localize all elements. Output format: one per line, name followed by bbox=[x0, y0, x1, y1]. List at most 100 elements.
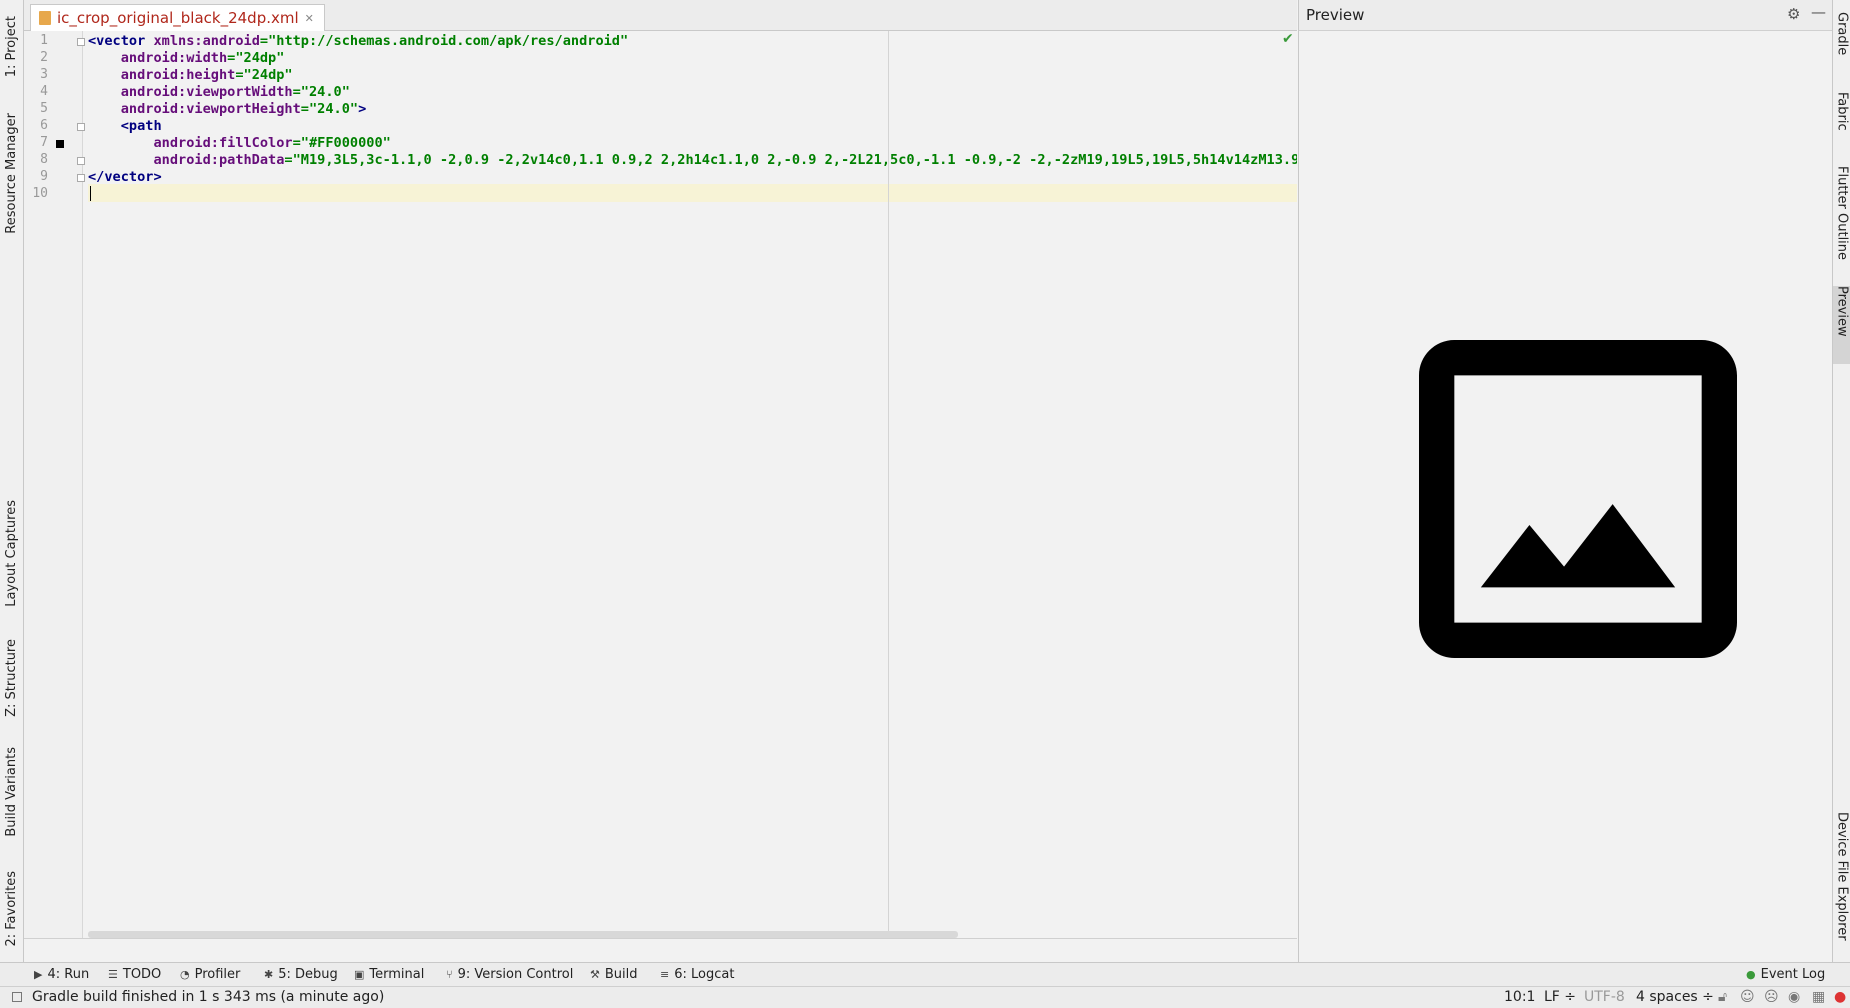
color-swatch-icon[interactable] bbox=[56, 140, 64, 148]
terminal-tool-label: Terminal bbox=[369, 967, 425, 982]
build-tool-label: Build bbox=[604, 967, 638, 982]
code-token: ="M19,3L5,3c-1.1,0 -2,0.9 -2,2v14c0,1.1 … bbox=[284, 152, 1297, 168]
flutter-outline-tool-label: Flutter Outline bbox=[1834, 166, 1850, 261]
version-control-tool-label: 9: Version Control bbox=[457, 967, 574, 982]
file-encoding[interactable]: UTF-8 bbox=[1584, 989, 1625, 1005]
tool-window-bar: ▶ 4: Run ☰ TODO ◔ Profiler ✱ 5: Debug ▣ Termi… bbox=[0, 962, 1850, 987]
resource-manager-tool-tab[interactable]: Resource Manager bbox=[0, 108, 23, 238]
status-message[interactable]: Gradle build finished in 1 s 343 ms (a m… bbox=[32, 989, 384, 1005]
layout-captures-tool-label: Layout Captures bbox=[4, 499, 19, 607]
fold-marker-icon[interactable] bbox=[77, 123, 85, 131]
memory-icon[interactable]: ▦ bbox=[1812, 989, 1825, 1005]
debug-tool-button[interactable]: ✱ 5: Debug bbox=[264, 967, 338, 982]
code-token: ="#FF000000" bbox=[292, 135, 391, 151]
inspector-icon[interactable]: ◉ bbox=[1788, 989, 1800, 1005]
code-token: ="http://schemas.android.com/apk/res/and… bbox=[259, 33, 629, 49]
crop-original-icon bbox=[1419, 340, 1737, 658]
code-line[interactable]: <vector xmlns:android="http://schemas.an… bbox=[88, 33, 628, 50]
device-file-explorer-tool-tab[interactable]: Device File Explorer bbox=[1833, 812, 1850, 958]
error-icon[interactable]: ● bbox=[1834, 989, 1846, 1005]
gradle-tool-label: Gradle bbox=[1834, 12, 1850, 56]
logcat-tool-button[interactable]: ≡ 6: Logcat bbox=[660, 967, 734, 982]
line-separator[interactable]: LF ÷ bbox=[1544, 989, 1576, 1005]
preview-tool-tab[interactable]: Preview bbox=[1833, 286, 1850, 364]
terminal-icon: ▣ bbox=[354, 968, 365, 981]
logcat-tool-label: 6: Logcat bbox=[674, 967, 735, 982]
code-token: android:width bbox=[88, 50, 228, 66]
branch-icon: ⑂ bbox=[446, 968, 453, 981]
code-line[interactable]: </vector> bbox=[88, 169, 162, 186]
editor-tab-bar: ic_crop_original_black_24dp.xml ✕ bbox=[24, 0, 1297, 31]
project-tool-tab[interactable]: 1: Project bbox=[0, 8, 23, 86]
build-variants-tool-tab[interactable]: Build Variants bbox=[0, 740, 23, 844]
fold-marker-icon[interactable] bbox=[77, 157, 85, 165]
code-token: > bbox=[358, 101, 367, 117]
inspection-ok-icon[interactable]: ✔ bbox=[1282, 31, 1294, 47]
layout-captures-tool-tab[interactable]: Layout Captures bbox=[0, 494, 23, 612]
text-caret bbox=[90, 186, 91, 201]
gear-icon[interactable]: ⚙ bbox=[1787, 5, 1800, 23]
fold-marker-icon[interactable] bbox=[77, 38, 85, 46]
code-token: xmlns:android bbox=[153, 33, 260, 49]
todo-tool-button[interactable]: ☰ TODO bbox=[108, 967, 161, 982]
code-line[interactable]: android:viewportWidth="24.0" bbox=[88, 84, 350, 101]
line-number: 10 bbox=[32, 186, 48, 201]
todo-tool-label: TODO bbox=[122, 967, 162, 982]
project-tool-label: 1: Project bbox=[4, 16, 19, 78]
code-token: ="24.0" bbox=[292, 84, 350, 100]
code-token: ="24.0" bbox=[300, 101, 359, 117]
close-icon[interactable]: ✕ bbox=[305, 12, 314, 25]
fabric-tool-tab[interactable]: Fabric bbox=[1833, 92, 1850, 152]
frown-icon[interactable]: ☹ bbox=[1764, 989, 1779, 1005]
right-tool-strip: Gradle Fabric Flutter Outline Preview De… bbox=[1832, 0, 1850, 962]
indent-setting[interactable]: 4 spaces ÷ bbox=[1636, 989, 1714, 1005]
code-token: </vector> bbox=[88, 169, 162, 185]
lock-icon[interactable]: 🔓︎ bbox=[1718, 989, 1727, 1005]
editor-footer bbox=[24, 938, 1297, 963]
left-tool-strip: 1: Project Resource Manager Layout Captu… bbox=[0, 0, 24, 962]
code-token: <vector bbox=[88, 33, 154, 49]
preview-header: Preview ⚙ — bbox=[1299, 0, 1832, 31]
event-log-tool-label: Event Log bbox=[1760, 967, 1826, 982]
code-token: android:viewportWidth bbox=[88, 84, 293, 100]
file-tab[interactable]: ic_crop_original_black_24dp.xml ✕ bbox=[30, 4, 325, 31]
caret-position[interactable]: 10:1 bbox=[1504, 989, 1535, 1005]
favorites-tool-tab[interactable]: 2: Favorites bbox=[0, 864, 23, 954]
minimize-icon[interactable]: — bbox=[1811, 3, 1826, 21]
smile-icon[interactable]: ☺ bbox=[1740, 989, 1755, 1005]
flutter-outline-tool-tab[interactable]: Flutter Outline bbox=[1833, 166, 1850, 272]
version-control-tool-button[interactable]: ⑂ 9: Version Control bbox=[446, 967, 573, 982]
structure-tool-tab[interactable]: Z: Structure bbox=[0, 632, 23, 724]
event-log-icon: ● bbox=[1746, 968, 1756, 981]
code-token: android:pathData bbox=[88, 152, 285, 168]
status-bar: Gradle build finished in 1 s 343 ms (a m… bbox=[0, 986, 1850, 1008]
fold-marker-icon[interactable] bbox=[77, 174, 85, 182]
device-file-explorer-tool-label: Device File Explorer bbox=[1834, 812, 1850, 941]
line-number: 6 bbox=[40, 118, 48, 133]
horizontal-scrollbar[interactable] bbox=[88, 931, 958, 938]
status-toggle-icon[interactable] bbox=[12, 992, 22, 1002]
xml-file-icon bbox=[39, 11, 51, 25]
code-line[interactable]: android:width="24dp" bbox=[88, 50, 285, 67]
terminal-tool-button[interactable]: ▣ Terminal bbox=[354, 967, 424, 982]
logcat-icon: ≡ bbox=[660, 968, 670, 981]
line-number: 1 bbox=[40, 33, 48, 48]
code-line[interactable]: <path bbox=[88, 118, 162, 135]
code-line[interactable]: android:pathData="M19,3L5,3c-1.1,0 -2,0.… bbox=[88, 152, 1297, 169]
build-tool-button[interactable]: ⚒ Build bbox=[590, 967, 638, 982]
preview-tool-label: Preview bbox=[1834, 286, 1850, 337]
code-token: ="24dp" bbox=[235, 67, 293, 83]
code-line[interactable]: android:height="24dp" bbox=[88, 67, 293, 84]
gradle-tool-tab[interactable]: Gradle bbox=[1833, 12, 1850, 76]
profiler-tool-label: Profiler bbox=[194, 967, 241, 982]
profiler-tool-button[interactable]: ◔ Profiler bbox=[180, 967, 240, 982]
list-icon: ☰ bbox=[108, 968, 118, 981]
run-tool-label: 4: Run bbox=[47, 967, 90, 982]
run-tool-button[interactable]: ▶ 4: Run bbox=[34, 967, 89, 982]
code-editor[interactable]: 1 2 3 4 5 6 7 8 9 10 <vector xmlns:android="http:… bbox=[24, 31, 1297, 938]
code-token: android:viewportHeight bbox=[88, 101, 301, 117]
code-line[interactable]: android:fillColor="#FF000000" bbox=[88, 135, 391, 152]
code-area[interactable]: <vector xmlns:android="http://schemas.an… bbox=[88, 31, 1297, 938]
code-line[interactable]: android:viewportHeight="24.0"> bbox=[88, 101, 367, 118]
event-log-tool-button[interactable]: ● Event Log bbox=[1746, 967, 1825, 982]
